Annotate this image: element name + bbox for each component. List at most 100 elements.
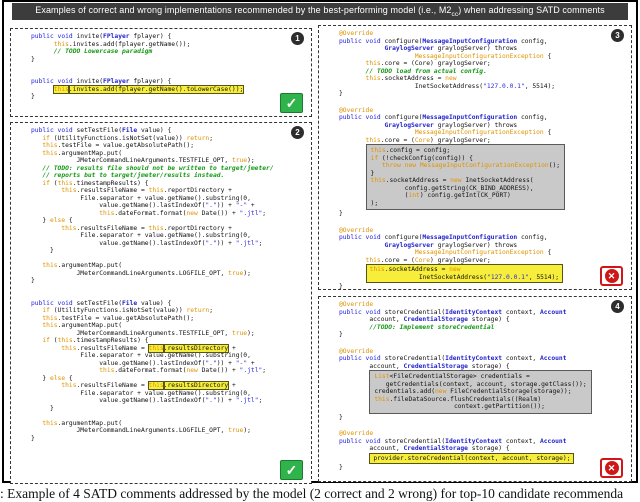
code-example-box-1: 1 public void invite(FPlayer fplayer) { … xyxy=(10,28,312,117)
code-line: List<FileCredentialStorage> credentials … xyxy=(374,373,586,381)
figure-caption: : Example of 4 SATD comments addressed b… xyxy=(0,486,640,502)
code-line: this.resultsFileName = this.resultsDirec… xyxy=(31,382,309,390)
code-segment: @Overridepublic void storeCredential(Ide… xyxy=(339,430,629,453)
code-segment: } xyxy=(339,414,629,422)
code-line: } xyxy=(339,331,629,339)
cross-icon: ✕ xyxy=(600,458,623,478)
code-line: @Override xyxy=(339,301,629,309)
code-version: public void invite(FPlayer fplayer) { th… xyxy=(31,78,309,101)
code-line: account, CredentialStorage storage) { xyxy=(339,445,629,453)
code-line: this.socketAddress = new xyxy=(370,266,560,274)
code-line: } xyxy=(31,247,309,255)
code-line: public void storeCredential(IdentityCont… xyxy=(339,438,629,446)
code-line: MessageInputConfigurationException { xyxy=(339,129,629,137)
code-segment: } xyxy=(339,464,629,472)
code-version: @Overridepublic void configure(MessageIn… xyxy=(339,227,629,291)
code-line: this.invites.add(fplayer.getName()); xyxy=(31,41,309,49)
cross-circle: ✕ xyxy=(605,461,619,475)
code-version: public void setTestFile(File value) { if… xyxy=(31,127,309,285)
code-line: this.dateFormat.format(new Date()) + ".j… xyxy=(31,367,309,375)
code-line: public void setTestFile(File value) { xyxy=(31,300,309,308)
code-line: InetSocketAddress("127.0.0.1", 5514); xyxy=(370,274,560,282)
code-line: public void configure(MessageInputConfig… xyxy=(339,38,629,46)
code-line: @Override xyxy=(339,227,629,235)
code-line: this.core = (Core) graylogServer; xyxy=(339,60,629,68)
code-area-3: @Overridepublic void configure(MessageIn… xyxy=(339,30,629,287)
code-line: this.core = (Core) graylogServer; xyxy=(339,257,629,265)
code-area-1: public void invite(FPlayer fplayer) { th… xyxy=(31,33,309,114)
highlighted-code-block: provider.storeCredential(context, accoun… xyxy=(369,453,574,465)
code-line: this.resultsFileName = this.resultsDirec… xyxy=(31,345,309,353)
code-line: account, CredentialStorage storage) { xyxy=(339,363,629,371)
code-example-box-4: 4 @Overridepublic void storeCredential(I… xyxy=(318,296,632,482)
code-line: this.argumentMap.put( xyxy=(31,262,309,270)
code-line: } else { xyxy=(31,217,309,225)
code-line: File.separator + value.getName().substri… xyxy=(31,232,309,240)
code-line: public void configure(MessageInputConfig… xyxy=(339,114,629,122)
code-line: public void storeCredential(IdentityCont… xyxy=(339,309,629,317)
code-line: account, CredentialStorage storage) { xyxy=(339,316,629,324)
code-line: public void setTestFile(File value) { xyxy=(31,127,309,135)
code-line: (int) config.getInt(CK_PORT) xyxy=(371,192,561,200)
code-version: @Overridepublic void configure(MessageIn… xyxy=(339,107,629,218)
code-line: public void configure(MessageInputConfig… xyxy=(339,234,629,242)
code-example-box-2: 2 public void setTestFile(File value) { … xyxy=(10,122,312,484)
code-segment: @Overridepublic void storeCredential(Ide… xyxy=(339,301,629,339)
code-line: if (!checkConfig(config)) { xyxy=(371,155,561,163)
code-line: JMeterCommandLineArguments.LOGFILE_OPT, … xyxy=(31,270,309,278)
code-version: @Overridepublic void configure(MessageIn… xyxy=(339,30,629,98)
code-line: this.testFile = value.getAbsolutePath(); xyxy=(31,315,309,323)
code-line: throw new MessageInputConfigurationExcep… xyxy=(371,162,561,170)
code-line: @Override xyxy=(339,348,629,356)
code-line: public void invite(FPlayer fplayer) { xyxy=(31,78,309,86)
code-line: value.getName().lastIndexOf(".")) + ".jt… xyxy=(31,397,309,405)
check-icon: ✓ xyxy=(280,93,303,113)
suggested-code-block: List<FileCredentialStorage> credentials … xyxy=(369,370,591,414)
code-line: } xyxy=(339,90,629,98)
code-line: } xyxy=(31,93,309,101)
code-line: } xyxy=(31,405,309,413)
code-line: this.socketAddress = new InetSocketAddre… xyxy=(371,177,561,185)
code-line: this.fileDataSource.flushCredentials((Re… xyxy=(374,396,586,404)
figure-title: Examples of correct and wrong implementa… xyxy=(35,5,605,18)
code-line xyxy=(31,412,309,420)
code-line: @Override xyxy=(339,30,629,38)
code-line: this.resultsFileName = this.reportDirect… xyxy=(31,187,309,195)
code-line: GraylogServer graylogServer) throws xyxy=(339,242,629,250)
code-line: context.getPartition()); xyxy=(374,403,586,411)
code-line: value.getName().lastIndexOf(".")) + "-" … xyxy=(31,202,309,210)
code-segment: } xyxy=(339,283,629,290)
figure-title-bar: Examples of correct and wrong implementa… xyxy=(12,3,628,20)
code-line: InetSocketAddress("127.0.0.1", 5514); xyxy=(339,83,629,91)
code-line: if (UtilityFunctions.isNotSet(value)) re… xyxy=(31,307,309,315)
code-line: } xyxy=(339,414,629,422)
code-line: File.separator + value.getName().substri… xyxy=(31,195,309,203)
code-line: this.argumentMap.put( xyxy=(31,322,309,330)
code-line: JMeterCommandLineArguments.TESTFILE_OPT,… xyxy=(31,330,309,338)
code-area-2: public void setTestFile(File value) { if… xyxy=(31,127,309,481)
code-line: } else { xyxy=(31,375,309,383)
code-line: this.argumentMap.put( xyxy=(31,420,309,428)
code-line: value.getName().lastIndexOf(".")) + "-" … xyxy=(31,360,309,368)
code-line: provider.storeCredential(context, accoun… xyxy=(373,455,570,463)
code-version: @Overridepublic void storeCredential(Ide… xyxy=(339,430,629,472)
code-segment: public void invite(FPlayer fplayer) { th… xyxy=(31,33,309,63)
code-example-box-3: 3 @Overridepublic void configure(Message… xyxy=(318,25,632,290)
code-line: config.getString(CK_BIND_ADDRESS), xyxy=(371,185,561,193)
code-segment: public void setTestFile(File value) { if… xyxy=(31,300,309,443)
code-line: @Override xyxy=(339,107,629,115)
suggested-code-block: this.config = config;if (!checkConfig(co… xyxy=(366,144,566,210)
code-line: getCredentials(context, account, storage… xyxy=(374,381,586,389)
code-line: } xyxy=(339,464,629,472)
code-line: } xyxy=(371,170,561,178)
code-line: if (this.timestampResults) { xyxy=(31,337,309,345)
code-version: public void setTestFile(File value) { if… xyxy=(31,300,309,443)
code-line: this.testFile = value.getAbsolutePath(); xyxy=(31,142,309,150)
code-line: MessageInputConfigurationException { xyxy=(339,249,629,257)
code-line: this.argumentMap.put( xyxy=(31,150,309,158)
code-segment: public void setTestFile(File value) { if… xyxy=(31,127,309,285)
code-line: public void storeCredential(IdentityCont… xyxy=(339,355,629,363)
code-line: GraylogServer graylogServer) throws xyxy=(339,45,629,53)
cross-icon: ✕ xyxy=(600,266,623,286)
code-line: // TODO: results file should not be writ… xyxy=(31,165,309,173)
